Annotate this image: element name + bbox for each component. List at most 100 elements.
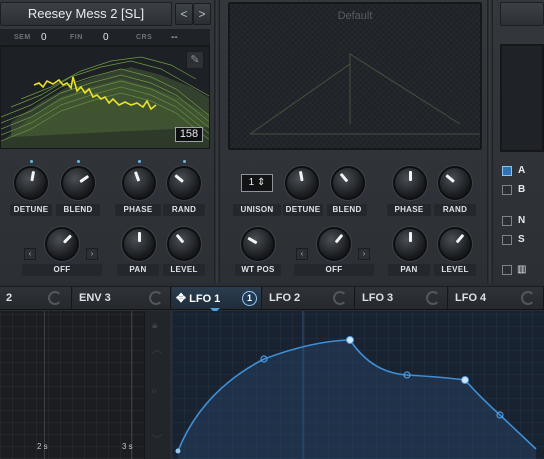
rand-knob-a[interactable] bbox=[167, 166, 201, 200]
rand-label-b: RAND bbox=[434, 204, 476, 216]
tab-env-3[interactable]: ENV 3 bbox=[73, 287, 171, 309]
warp-next-arrow[interactable]: › bbox=[86, 248, 98, 260]
noise-toggle[interactable] bbox=[502, 216, 512, 226]
rand-knob-b[interactable] bbox=[438, 166, 472, 200]
osc-a-toggle[interactable] bbox=[502, 166, 512, 176]
blend-knob-b[interactable] bbox=[331, 166, 365, 200]
osc-divider-right bbox=[487, 0, 493, 283]
phase-knob-a[interactable] bbox=[122, 166, 156, 200]
tab-label: ENV 3 bbox=[79, 292, 111, 304]
knob-mod-dot bbox=[30, 160, 33, 163]
lfo2-mod-ring-icon[interactable] bbox=[333, 291, 347, 305]
tab-env-2[interactable]: 2 bbox=[0, 287, 72, 309]
piano-keys-icon: ▥ bbox=[517, 264, 527, 275]
blend-knob-a[interactable] bbox=[61, 166, 95, 200]
wt-pos-label: WT POS bbox=[235, 264, 281, 276]
tab-label: LFO 1 bbox=[189, 293, 221, 305]
keyboard-toggle[interactable] bbox=[502, 265, 512, 275]
pan-label: PAN bbox=[117, 264, 159, 276]
tab-lfo-1[interactable]: ✥ LFO 1 1 bbox=[172, 287, 262, 309]
warp-mode-label-b[interactable]: OFF bbox=[294, 264, 374, 276]
warp-knob-b[interactable] bbox=[317, 227, 351, 261]
warp-prev-arrow-b[interactable]: ‹ bbox=[296, 248, 308, 260]
tab-lfo-4[interactable]: LFO 4 bbox=[449, 287, 544, 309]
env2-mod-ring-icon[interactable] bbox=[48, 291, 62, 305]
blend-label-b: BLEND bbox=[327, 204, 367, 216]
lfo-shape-editor[interactable] bbox=[172, 311, 544, 459]
lfo3-mod-ring-icon[interactable] bbox=[426, 291, 440, 305]
osc-a-label: A bbox=[518, 165, 526, 176]
wavetable-3d-display-b[interactable]: Default bbox=[228, 2, 482, 150]
tab-label: LFO 4 bbox=[455, 292, 487, 304]
detune-label-b: DETUNE bbox=[283, 204, 323, 216]
coarse-value[interactable]: -- bbox=[171, 29, 178, 46]
wavetable-b-graphic bbox=[249, 53, 480, 135]
phase-knob-b[interactable] bbox=[393, 166, 427, 200]
osc-b-toggle[interactable] bbox=[502, 185, 512, 195]
warp-next-arrow-b[interactable]: › bbox=[358, 248, 370, 260]
time-gridline bbox=[131, 311, 132, 459]
knob-mod-dot bbox=[138, 160, 141, 163]
tab-lfo-3[interactable]: LFO 3 bbox=[356, 287, 448, 309]
chevron-down-icon[interactable]: ﹀ bbox=[152, 431, 162, 446]
wt-pos-knob-b[interactable] bbox=[241, 227, 275, 261]
noise-label: N bbox=[518, 215, 526, 226]
warp-mode-label[interactable]: OFF bbox=[22, 264, 102, 276]
osc-divider bbox=[214, 0, 220, 283]
level-knob-a[interactable] bbox=[167, 227, 201, 261]
lfo-curve bbox=[175, 311, 537, 459]
lfo1-mod-count-badge: 1 bbox=[242, 291, 257, 306]
time-label: 2 s bbox=[37, 442, 48, 451]
graph-tools-strip: 🔒︎ ︿ ⌕ ﹀ bbox=[144, 311, 170, 459]
pan-knob-b[interactable] bbox=[393, 227, 427, 261]
detune-knob-a[interactable] bbox=[14, 166, 48, 200]
semitone-value[interactable]: 0 bbox=[41, 29, 47, 46]
time-label: 3 s bbox=[122, 442, 133, 451]
osc-b-label: B bbox=[518, 184, 526, 195]
edit-wavetable-pencil-icon[interactable]: ✎ bbox=[186, 51, 204, 69]
lock-icon[interactable]: 🔒︎ bbox=[152, 320, 157, 331]
warp-prev-arrow[interactable]: ‹ bbox=[24, 248, 36, 260]
knob-mod-dot bbox=[77, 160, 80, 163]
sub-label: S bbox=[518, 234, 525, 245]
tab-label: LFO 3 bbox=[362, 292, 394, 304]
phase-label: PHASE bbox=[115, 204, 161, 216]
fine-label: FIN bbox=[70, 34, 83, 41]
zoom-icon[interactable]: ⌕ bbox=[151, 385, 157, 398]
drag-handle-icon[interactable]: ✥ bbox=[176, 291, 186, 305]
env3-mod-ring-icon[interactable] bbox=[149, 291, 163, 305]
unison-label: UNISON bbox=[233, 204, 281, 216]
fine-value[interactable]: 0 bbox=[103, 29, 109, 46]
warp-knob-a[interactable] bbox=[45, 227, 79, 261]
level-label-b: LEVEL bbox=[434, 264, 476, 276]
time-gridline bbox=[44, 311, 45, 459]
chevron-up-icon[interactable]: ︿ bbox=[152, 341, 162, 356]
sub-toggle[interactable] bbox=[502, 235, 512, 245]
pan-label-b: PAN bbox=[388, 264, 430, 276]
tab-label: LFO 2 bbox=[269, 292, 301, 304]
blend-label: BLEND bbox=[56, 204, 100, 216]
detune-label: DETUNE bbox=[10, 204, 52, 216]
semitone-label: SEM bbox=[14, 34, 31, 41]
knob-mod-dot bbox=[183, 160, 186, 163]
tab-lfo-2[interactable]: LFO 2 bbox=[263, 287, 355, 309]
sub-osc-header[interactable] bbox=[500, 2, 544, 26]
unison-value: 1 bbox=[248, 177, 255, 188]
envelope-graph[interactable]: 2 s 3 s bbox=[0, 311, 144, 459]
level-knob-b[interactable] bbox=[438, 227, 472, 261]
noise-display bbox=[500, 44, 544, 152]
phase-label-b: PHASE bbox=[387, 204, 431, 216]
pitch-params-row: SEM 0 FIN 0 CRS -- bbox=[0, 29, 210, 46]
tab-label: 2 bbox=[6, 292, 13, 304]
wavetable-preset-name[interactable]: Reesey Mess 2 [SL] bbox=[0, 2, 172, 26]
next-wavetable-button[interactable]: > bbox=[193, 3, 211, 25]
level-label: LEVEL bbox=[163, 264, 205, 276]
rand-label: RAND bbox=[163, 204, 205, 216]
lfo4-mod-ring-icon[interactable] bbox=[521, 291, 535, 305]
detune-knob-b[interactable] bbox=[285, 166, 319, 200]
prev-wavetable-button[interactable]: < bbox=[175, 3, 193, 25]
unison-voices-field[interactable]: 1 ⇕ bbox=[241, 174, 273, 192]
wavetable-position-value[interactable]: 158 bbox=[175, 127, 203, 142]
coarse-label: CRS bbox=[136, 34, 153, 41]
pan-knob-a[interactable] bbox=[122, 227, 156, 261]
